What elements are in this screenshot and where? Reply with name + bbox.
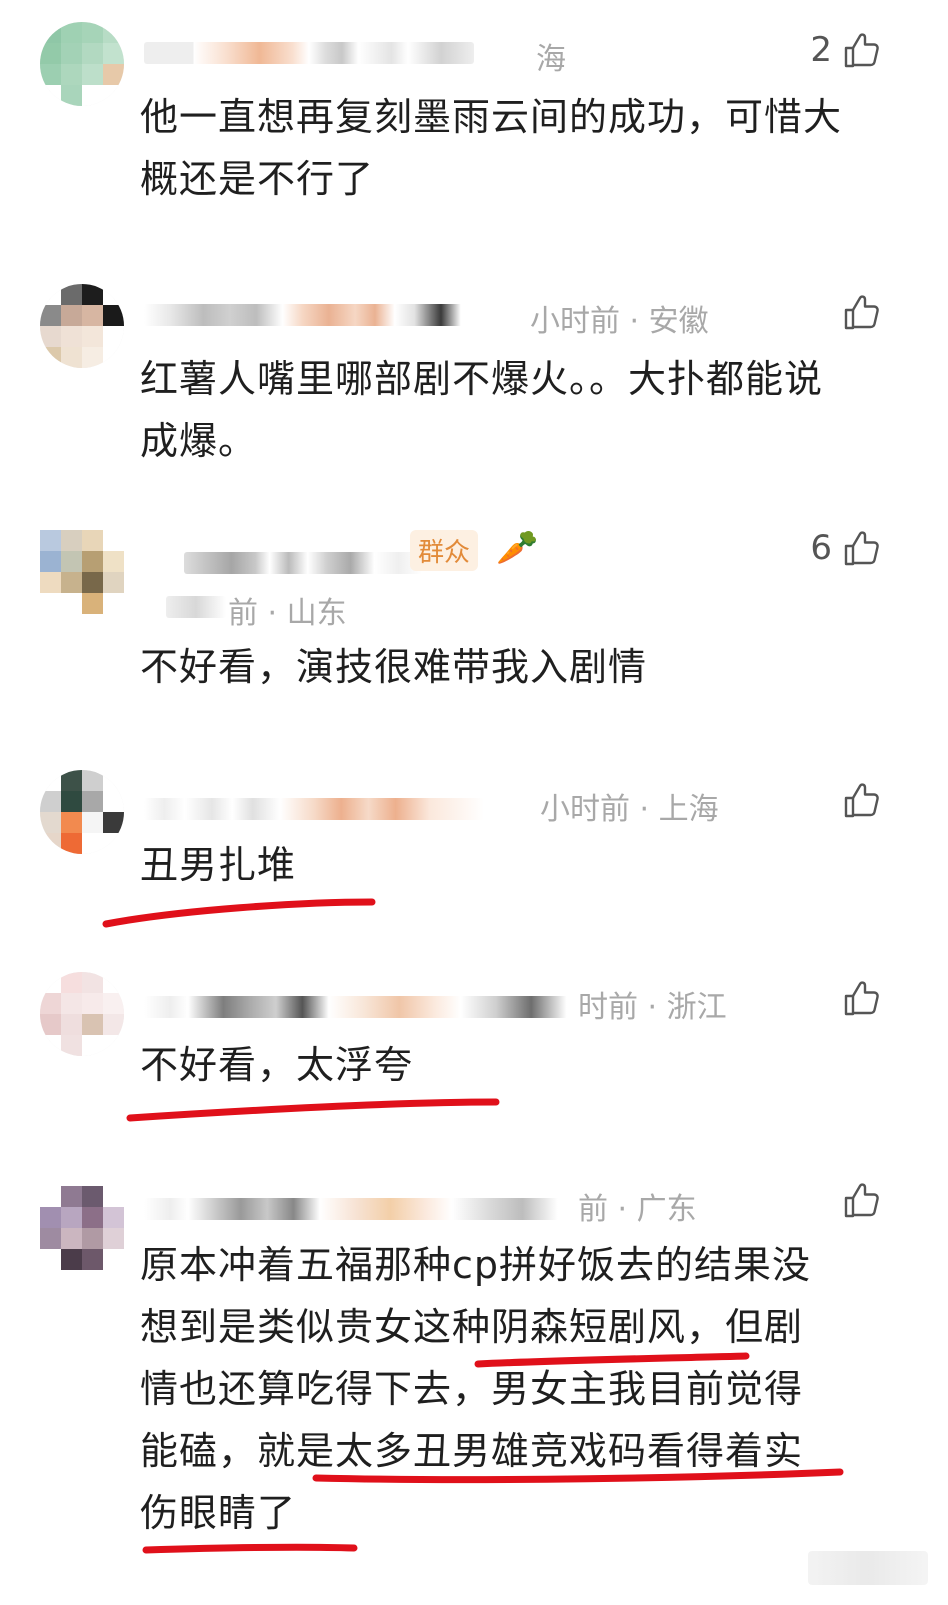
comment-meta: 海	[536, 42, 566, 77]
comment-text: 不好看，太浮夸	[140, 1043, 414, 1087]
avatar[interactable]	[40, 284, 124, 368]
avatar[interactable]	[40, 1186, 124, 1270]
like-count: 2	[810, 30, 832, 70]
username-blurred[interactable]	[144, 1198, 584, 1220]
comment-text-line: 想到是类似贵女这种阴森短剧风，但剧	[140, 1305, 804, 1349]
user-badge: 群众	[410, 530, 479, 571]
thumbs-up-icon	[842, 1180, 882, 1220]
thumbs-up-icon	[842, 978, 882, 1018]
username-blurred[interactable]	[144, 304, 474, 326]
like-button[interactable]	[832, 978, 882, 1018]
comment-meta: 前 · 广东	[578, 1192, 697, 1227]
comment-text-line: 能磕，就是太多丑男雄竞戏码看得着实	[140, 1429, 804, 1473]
comment-text-line: 原本冲着五福那种cp拼好饭去的结果没	[140, 1243, 812, 1287]
username-blurred[interactable]	[144, 798, 484, 820]
comment-meta: 小时前 · 安徽	[530, 304, 709, 339]
avatar[interactable]	[40, 770, 124, 854]
comment-text: 不好看，演技很难带我入剧情	[140, 645, 648, 689]
comment-text: 丑男扎堆	[140, 843, 297, 887]
like-button[interactable]	[832, 780, 882, 820]
comment-meta: 前 · 山东	[228, 596, 347, 631]
username-blurred[interactable]	[184, 552, 422, 574]
like-button[interactable]: 6	[810, 528, 882, 568]
avatar[interactable]	[40, 972, 124, 1056]
like-button[interactable]: 2	[810, 30, 882, 70]
avatar[interactable]	[40, 530, 124, 614]
comment-text: 他一直想再复刻墨雨云间的成功，可惜大概还是不行了	[140, 95, 843, 201]
carrot-icon: 🥕	[496, 528, 539, 568]
thumbs-up-icon	[842, 780, 882, 820]
thumbs-up-icon	[842, 30, 882, 70]
comment-meta: 小时前 · 上海	[540, 792, 719, 827]
comment-text: 原本冲着五福那种cp拼好饭去的结果没 想到是类似贵女这种阴森短剧风，但剧 情也还…	[140, 1234, 900, 1544]
username-blurred[interactable]	[144, 996, 584, 1018]
ip-blurred	[166, 596, 226, 618]
avatar[interactable]	[40, 22, 124, 106]
like-button[interactable]	[832, 1180, 882, 1220]
comment-text: 红薯人嘴里哪部剧不爆火。。大扑都能说成爆。	[140, 357, 824, 463]
thumbs-up-icon	[842, 528, 882, 568]
watermark-blurred	[808, 1551, 928, 1585]
like-count: 6	[810, 528, 832, 568]
thumbs-up-icon	[842, 292, 882, 332]
comment-meta: 时前 · 浙江	[578, 990, 727, 1025]
username-blurred[interactable]	[144, 42, 474, 64]
comment-text-line: 情也还算吃得下去，男女主我目前觉得	[140, 1367, 804, 1411]
comment-text-line: 伤眼睛了	[140, 1491, 297, 1535]
like-button[interactable]	[832, 292, 882, 332]
